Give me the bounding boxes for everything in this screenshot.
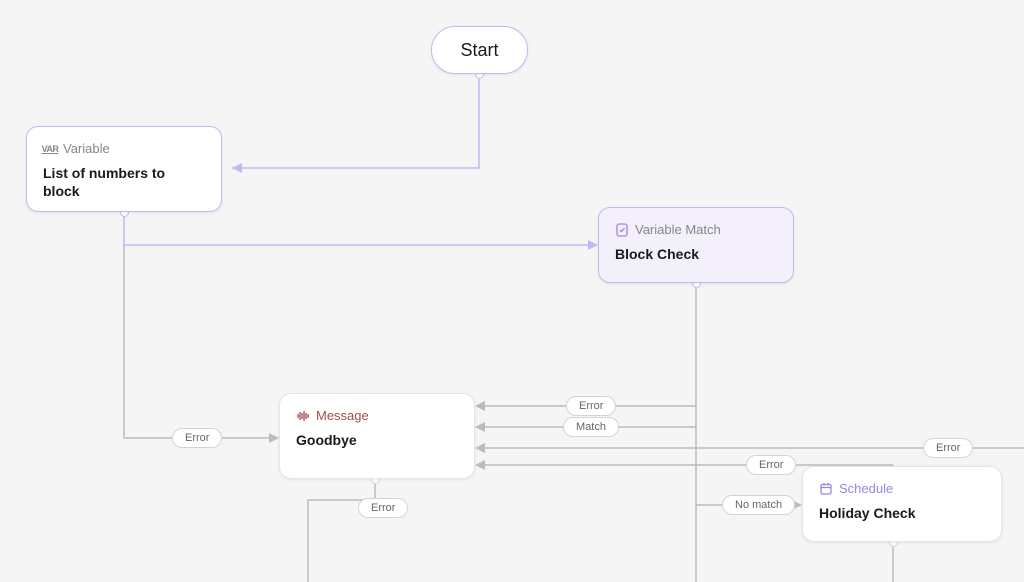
variable-icon: VAR xyxy=(43,142,57,156)
node-variable-type: Variable xyxy=(63,141,110,156)
message-icon xyxy=(296,409,310,423)
node-start[interactable]: Start xyxy=(431,26,528,74)
node-goodbye-type: Message xyxy=(316,408,369,423)
edge-label-error-4[interactable]: Error xyxy=(746,455,796,475)
edge-label-error-1[interactable]: Error xyxy=(172,428,222,448)
edge-label-nomatch[interactable]: No match xyxy=(722,495,795,515)
edge-label-match[interactable]: Match xyxy=(563,417,619,437)
node-goodbye-header: Message xyxy=(296,408,458,423)
check-icon xyxy=(615,223,629,237)
node-blockcheck[interactable]: Variable Match Block Check xyxy=(598,207,794,283)
node-holiday-header: Schedule xyxy=(819,481,985,496)
node-holiday[interactable]: Schedule Holiday Check xyxy=(802,466,1002,542)
node-blockcheck-title: Block Check xyxy=(615,245,777,263)
node-goodbye-title: Goodbye xyxy=(296,431,458,449)
node-goodbye[interactable]: Message Goodbye xyxy=(279,393,475,479)
edge-label-error-5[interactable]: Error xyxy=(358,498,408,518)
flow-canvas[interactable]: Start VAR Variable List of numbers to bl… xyxy=(0,0,1024,582)
node-variable[interactable]: VAR Variable List of numbers to block xyxy=(26,126,222,212)
edge-label-error-3[interactable]: Error xyxy=(923,438,973,458)
node-variable-title: List of numbers to block xyxy=(43,164,205,200)
node-blockcheck-type: Variable Match xyxy=(635,222,721,237)
node-holiday-title: Holiday Check xyxy=(819,504,985,522)
node-holiday-type: Schedule xyxy=(839,481,893,496)
calendar-icon xyxy=(819,482,833,496)
node-variable-header: VAR Variable xyxy=(43,141,205,156)
edge-label-error-2[interactable]: Error xyxy=(566,396,616,416)
node-start-label: Start xyxy=(460,40,498,61)
node-blockcheck-header: Variable Match xyxy=(615,222,777,237)
